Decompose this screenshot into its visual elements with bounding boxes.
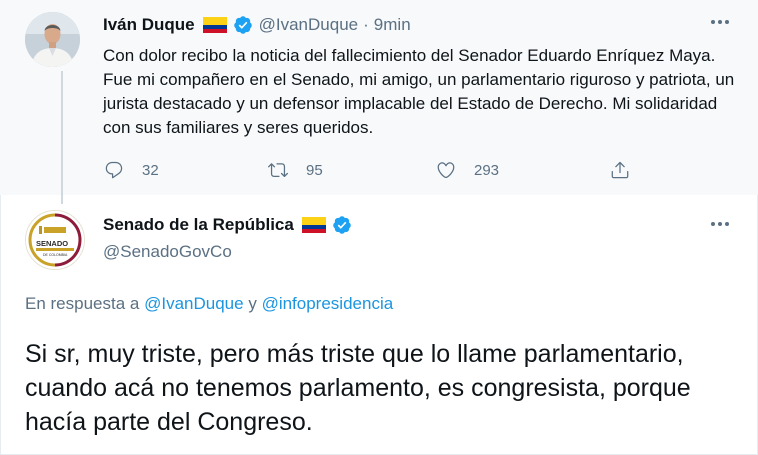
colombia-flag-icon: [202, 17, 227, 33]
reply-button[interactable]: 32: [104, 156, 159, 184]
thread-connector-line: [61, 71, 63, 204]
reply-context: En respuesta a @IvanDuque y @infopreside…: [25, 294, 393, 314]
reply-count: 32: [142, 161, 159, 179]
reply-context-joiner: y: [248, 294, 257, 313]
retweet-icon: [268, 163, 288, 178]
mention-link-infopresidencia[interactable]: @infopresidencia: [262, 294, 394, 313]
verified-badge-icon: [333, 216, 351, 234]
parent-more-options-button[interactable]: [707, 12, 733, 32]
reply-handle[interactable]: @SenadoGovCo: [103, 242, 232, 262]
more-options-icon: [711, 222, 729, 226]
logo-text: SENADO: [36, 239, 68, 248]
like-button[interactable]: 293: [436, 156, 499, 184]
parent-display-name[interactable]: Iván Duque: [103, 15, 195, 35]
retweet-count: 95: [306, 161, 323, 179]
parent-tweet-header: Iván Duque @IvanDuque · 9min: [103, 14, 411, 36]
retweet-button[interactable]: 95: [268, 156, 323, 184]
mention-link-ivanduque[interactable]: @IvanDuque: [144, 294, 244, 313]
logo-subtext: DE COLOMBIA: [43, 253, 68, 257]
parent-action-bar: 32 95 293: [100, 156, 660, 184]
reply-avatar[interactable]: SENADO DE COLOMBIA: [25, 210, 85, 270]
more-options-icon: [711, 20, 729, 24]
parent-avatar[interactable]: [25, 12, 80, 67]
reply-context-prefix: En respuesta a: [25, 294, 140, 313]
parent-tweet[interactable]: Iván Duque @IvanDuque · 9min Con dolor r…: [0, 0, 758, 195]
senado-logo: SENADO DE COLOMBIA: [26, 211, 84, 269]
reply-more-options-button[interactable]: [707, 214, 733, 234]
parent-handle[interactable]: @IvanDuque: [259, 15, 359, 35]
heart-icon: [437, 162, 455, 179]
parent-tweet-text: Con dolor recibo la noticia del fallecim…: [103, 46, 735, 137]
reply-tweet-text: Si sr, muy triste, pero más triste que l…: [25, 340, 691, 436]
reply-icon: [105, 161, 123, 179]
like-count: 293: [474, 161, 500, 179]
share-button[interactable]: [610, 156, 630, 184]
colombia-flag-icon: [301, 217, 326, 233]
reply-tweet-header: Senado de la República: [103, 214, 352, 236]
avatar-photo: [25, 12, 80, 67]
parent-timestamp[interactable]: 9min: [374, 15, 411, 35]
separator-dot: ·: [363, 15, 369, 34]
share-icon: [611, 161, 629, 179]
reply-display-name[interactable]: Senado de la República: [103, 215, 294, 235]
verified-badge-icon: [233, 16, 252, 34]
